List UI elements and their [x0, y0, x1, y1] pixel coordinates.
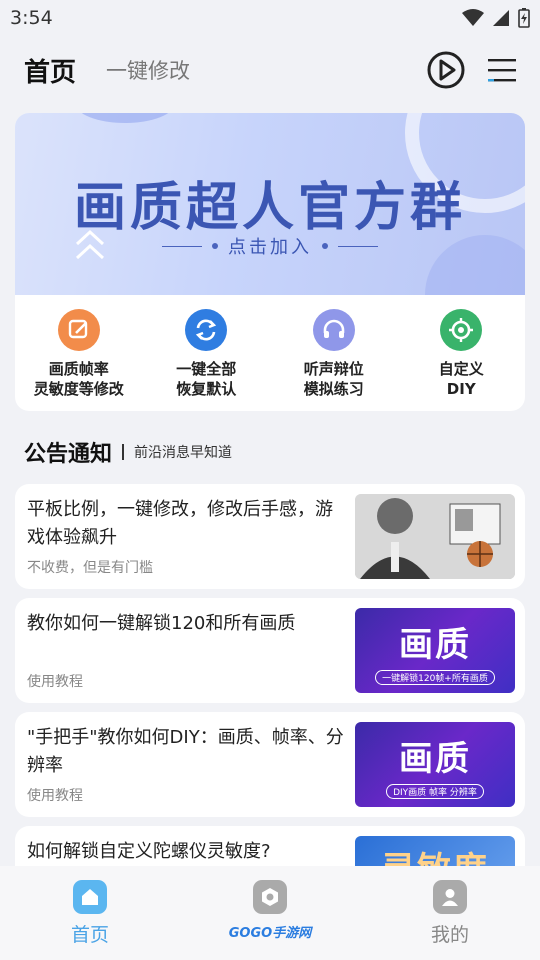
news-title: 平板比例，一键修改，修改后手感，游戏体验飙升: [27, 499, 333, 548]
bottom-tab-bar: 首页 GOGO手游网 我的: [0, 866, 540, 960]
news-card[interactable]: 平板比例，一键修改，修改后手感，游戏体验飙升 不收费，但是有门槛: [15, 484, 525, 589]
announcements-subtitle: 前沿消息早知道: [134, 445, 233, 461]
banner-subtitle: 点击加入: [228, 237, 312, 258]
news-title: 教你如何一键解锁120和所有画质: [27, 613, 296, 634]
user-icon: [433, 880, 467, 914]
top-card: 画质超人官方群 点击加入 画质帧率 灵敏度等修改 一键全部 恢复默认 听声辩位: [15, 113, 525, 411]
status-bar: 3:54: [0, 0, 540, 36]
news-thumbnail: 画质 DIY画质 帧率 分辨率: [355, 722, 515, 807]
target-icon: [440, 309, 483, 351]
refresh-icon: [185, 309, 228, 351]
news-title: "手把手"教你如何DIY：画质、帧率、分辨率: [27, 727, 344, 776]
tab-home[interactable]: 首页: [30, 880, 150, 947]
page-title: 首页: [24, 57, 77, 88]
headset-icon: [312, 309, 355, 351]
news-meta: 使用教程: [27, 674, 83, 690]
menu-icon[interactable]: [488, 56, 516, 84]
signal-icon: [493, 10, 509, 26]
app-header: 首页 一键修改: [0, 40, 540, 100]
edit-icon: [57, 309, 100, 351]
quick-action-restore-default[interactable]: 一键全部 恢复默认: [146, 309, 266, 399]
divider: [122, 444, 125, 460]
news-card[interactable]: "手把手"教你如何DIY：画质、帧率、分辨率 使用教程 画质 DIY画质 帧率 …: [15, 712, 525, 817]
quick-action-sound-practice[interactable]: 听声辩位 模拟练习: [274, 309, 394, 399]
quick-action-label: 灵敏度等修改: [33, 380, 124, 398]
thumbnail-text: 画质: [399, 738, 471, 779]
wifi-icon: [462, 9, 484, 26]
watermark-logo: GOGO手游网: [228, 926, 312, 941]
banner-subtitle-row: 点击加入: [15, 233, 525, 259]
battery-icon: [518, 8, 530, 28]
thumbnail-caption: DIY画质 帧率 分辨率: [386, 783, 484, 799]
news-meta: 不收费，但是有门槛: [27, 560, 153, 576]
banner-decoration: [75, 113, 175, 123]
tab-one-click-modify[interactable]: 一键修改: [106, 55, 190, 85]
news-thumbnail: [355, 494, 515, 579]
quick-action-label: 听声辩位: [303, 360, 364, 378]
quick-action-label: 一键全部: [176, 360, 237, 378]
quick-action-custom-diy[interactable]: 自定义 DIY: [401, 309, 521, 399]
thumbnail-text: 画质: [399, 624, 471, 665]
news-title: 如何解锁自定义陀螺仪灵敏度?: [27, 841, 271, 862]
quick-actions: 画质帧率 灵敏度等修改 一键全部 恢复默认 听声辩位 模拟练习 自定义 DIY: [15, 295, 525, 399]
home-icon: [73, 880, 107, 914]
news-card[interactable]: 教你如何一键解锁120和所有画质 使用教程 画质 一键解锁120帧+所有画质: [15, 598, 525, 703]
banner-title: 画质超人官方群: [73, 178, 466, 238]
news-meta: 使用教程: [27, 788, 83, 804]
quick-action-quality-modify[interactable]: 画质帧率 灵敏度等修改: [19, 309, 139, 399]
tab-middle[interactable]: GOGO手游网: [210, 880, 330, 941]
announcements-title: 公告通知: [24, 442, 113, 467]
thumbnail-caption: 一键解锁120帧+所有画质: [375, 669, 495, 685]
status-time: 3:54: [10, 7, 53, 29]
quick-action-label: 画质帧率: [48, 360, 109, 378]
hexagon-icon: [253, 880, 287, 914]
tab-profile[interactable]: 我的: [390, 880, 510, 947]
play-circle-icon[interactable]: [426, 50, 466, 90]
announcements-header: 公告通知 前沿消息早知道: [24, 436, 232, 468]
quick-action-label: 自定义: [438, 360, 484, 378]
news-thumbnail: 画质 一键解锁120帧+所有画质: [355, 608, 515, 693]
join-group-banner[interactable]: 画质超人官方群 点击加入: [15, 113, 525, 295]
tab-label: 首页: [70, 924, 109, 946]
status-icons: [462, 8, 530, 28]
quick-action-label: DIY: [446, 380, 476, 398]
quick-action-label: 恢复默认: [176, 380, 237, 398]
quick-action-label: 模拟练习: [303, 380, 364, 398]
tab-label: 我的: [430, 924, 469, 946]
